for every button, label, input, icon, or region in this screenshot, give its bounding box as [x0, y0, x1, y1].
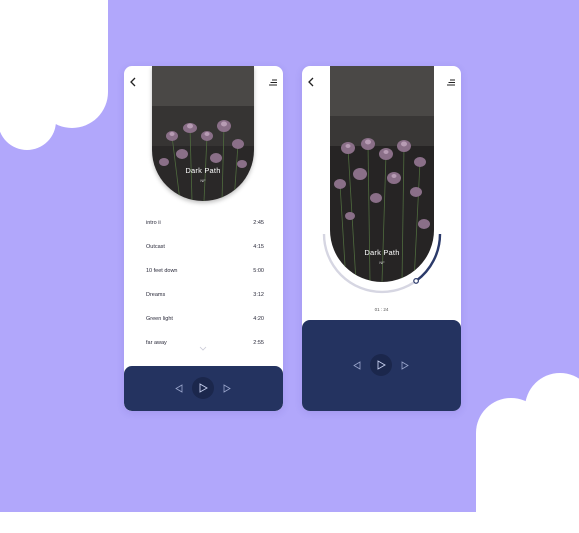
back-icon[interactable] — [129, 77, 137, 87]
track-name: far away — [146, 340, 167, 346]
track-duration: 3:12 — [253, 292, 264, 298]
next-icon[interactable] — [401, 361, 409, 370]
player-bar — [124, 366, 283, 411]
track-duration: 4:15 — [253, 244, 264, 250]
menu-icon[interactable] — [269, 79, 277, 86]
play-icon — [199, 383, 208, 393]
album-cover: Dark Path NF — [152, 66, 254, 201]
track-name: Dreams — [146, 292, 166, 298]
back-icon[interactable] — [307, 77, 315, 87]
track-duration: 2:45 — [253, 220, 264, 226]
playlist-screen: Dark Path NF intro ii 2:45 Outcast 4:15 … — [124, 66, 283, 411]
track-row[interactable]: intro ii 2:45 — [146, 220, 264, 230]
play-button[interactable] — [370, 354, 392, 376]
player-panel — [302, 320, 461, 411]
album-title: Dark Path — [364, 248, 400, 257]
play-icon — [377, 360, 386, 370]
album-artist: NF — [200, 178, 206, 183]
previous-icon[interactable] — [353, 361, 361, 370]
chevron-down-icon[interactable] — [199, 346, 207, 351]
track-row[interactable]: Outcast 4:15 — [146, 244, 264, 254]
now-playing-screen: Dark Path NF 01 : 24 — [302, 66, 461, 411]
track-name: 10 feet down — [146, 268, 178, 274]
playback-position: 01 : 24 — [374, 307, 389, 312]
play-button[interactable] — [192, 377, 214, 399]
previous-icon[interactable] — [175, 384, 183, 393]
track-row[interactable]: Green light 4:20 — [146, 316, 264, 326]
menu-icon[interactable] — [447, 79, 455, 86]
decor-blob — [36, 0, 108, 128]
album-title: Dark Path — [185, 166, 221, 175]
track-name: Green light — [146, 316, 173, 322]
track-duration: 2:55 — [253, 340, 264, 346]
track-row[interactable]: 10 feet down 5:00 — [146, 268, 264, 278]
track-duration: 5:00 — [253, 268, 264, 274]
album-cover: Dark Path NF — [330, 66, 434, 282]
album-artist: NF — [379, 260, 385, 265]
next-icon[interactable] — [223, 384, 231, 393]
decor-blob — [525, 373, 579, 533]
track-duration: 4:20 — [253, 316, 264, 322]
track-name: intro ii — [146, 220, 161, 226]
track-row[interactable]: Dreams 3:12 — [146, 292, 264, 302]
track-name: Outcast — [146, 244, 165, 250]
